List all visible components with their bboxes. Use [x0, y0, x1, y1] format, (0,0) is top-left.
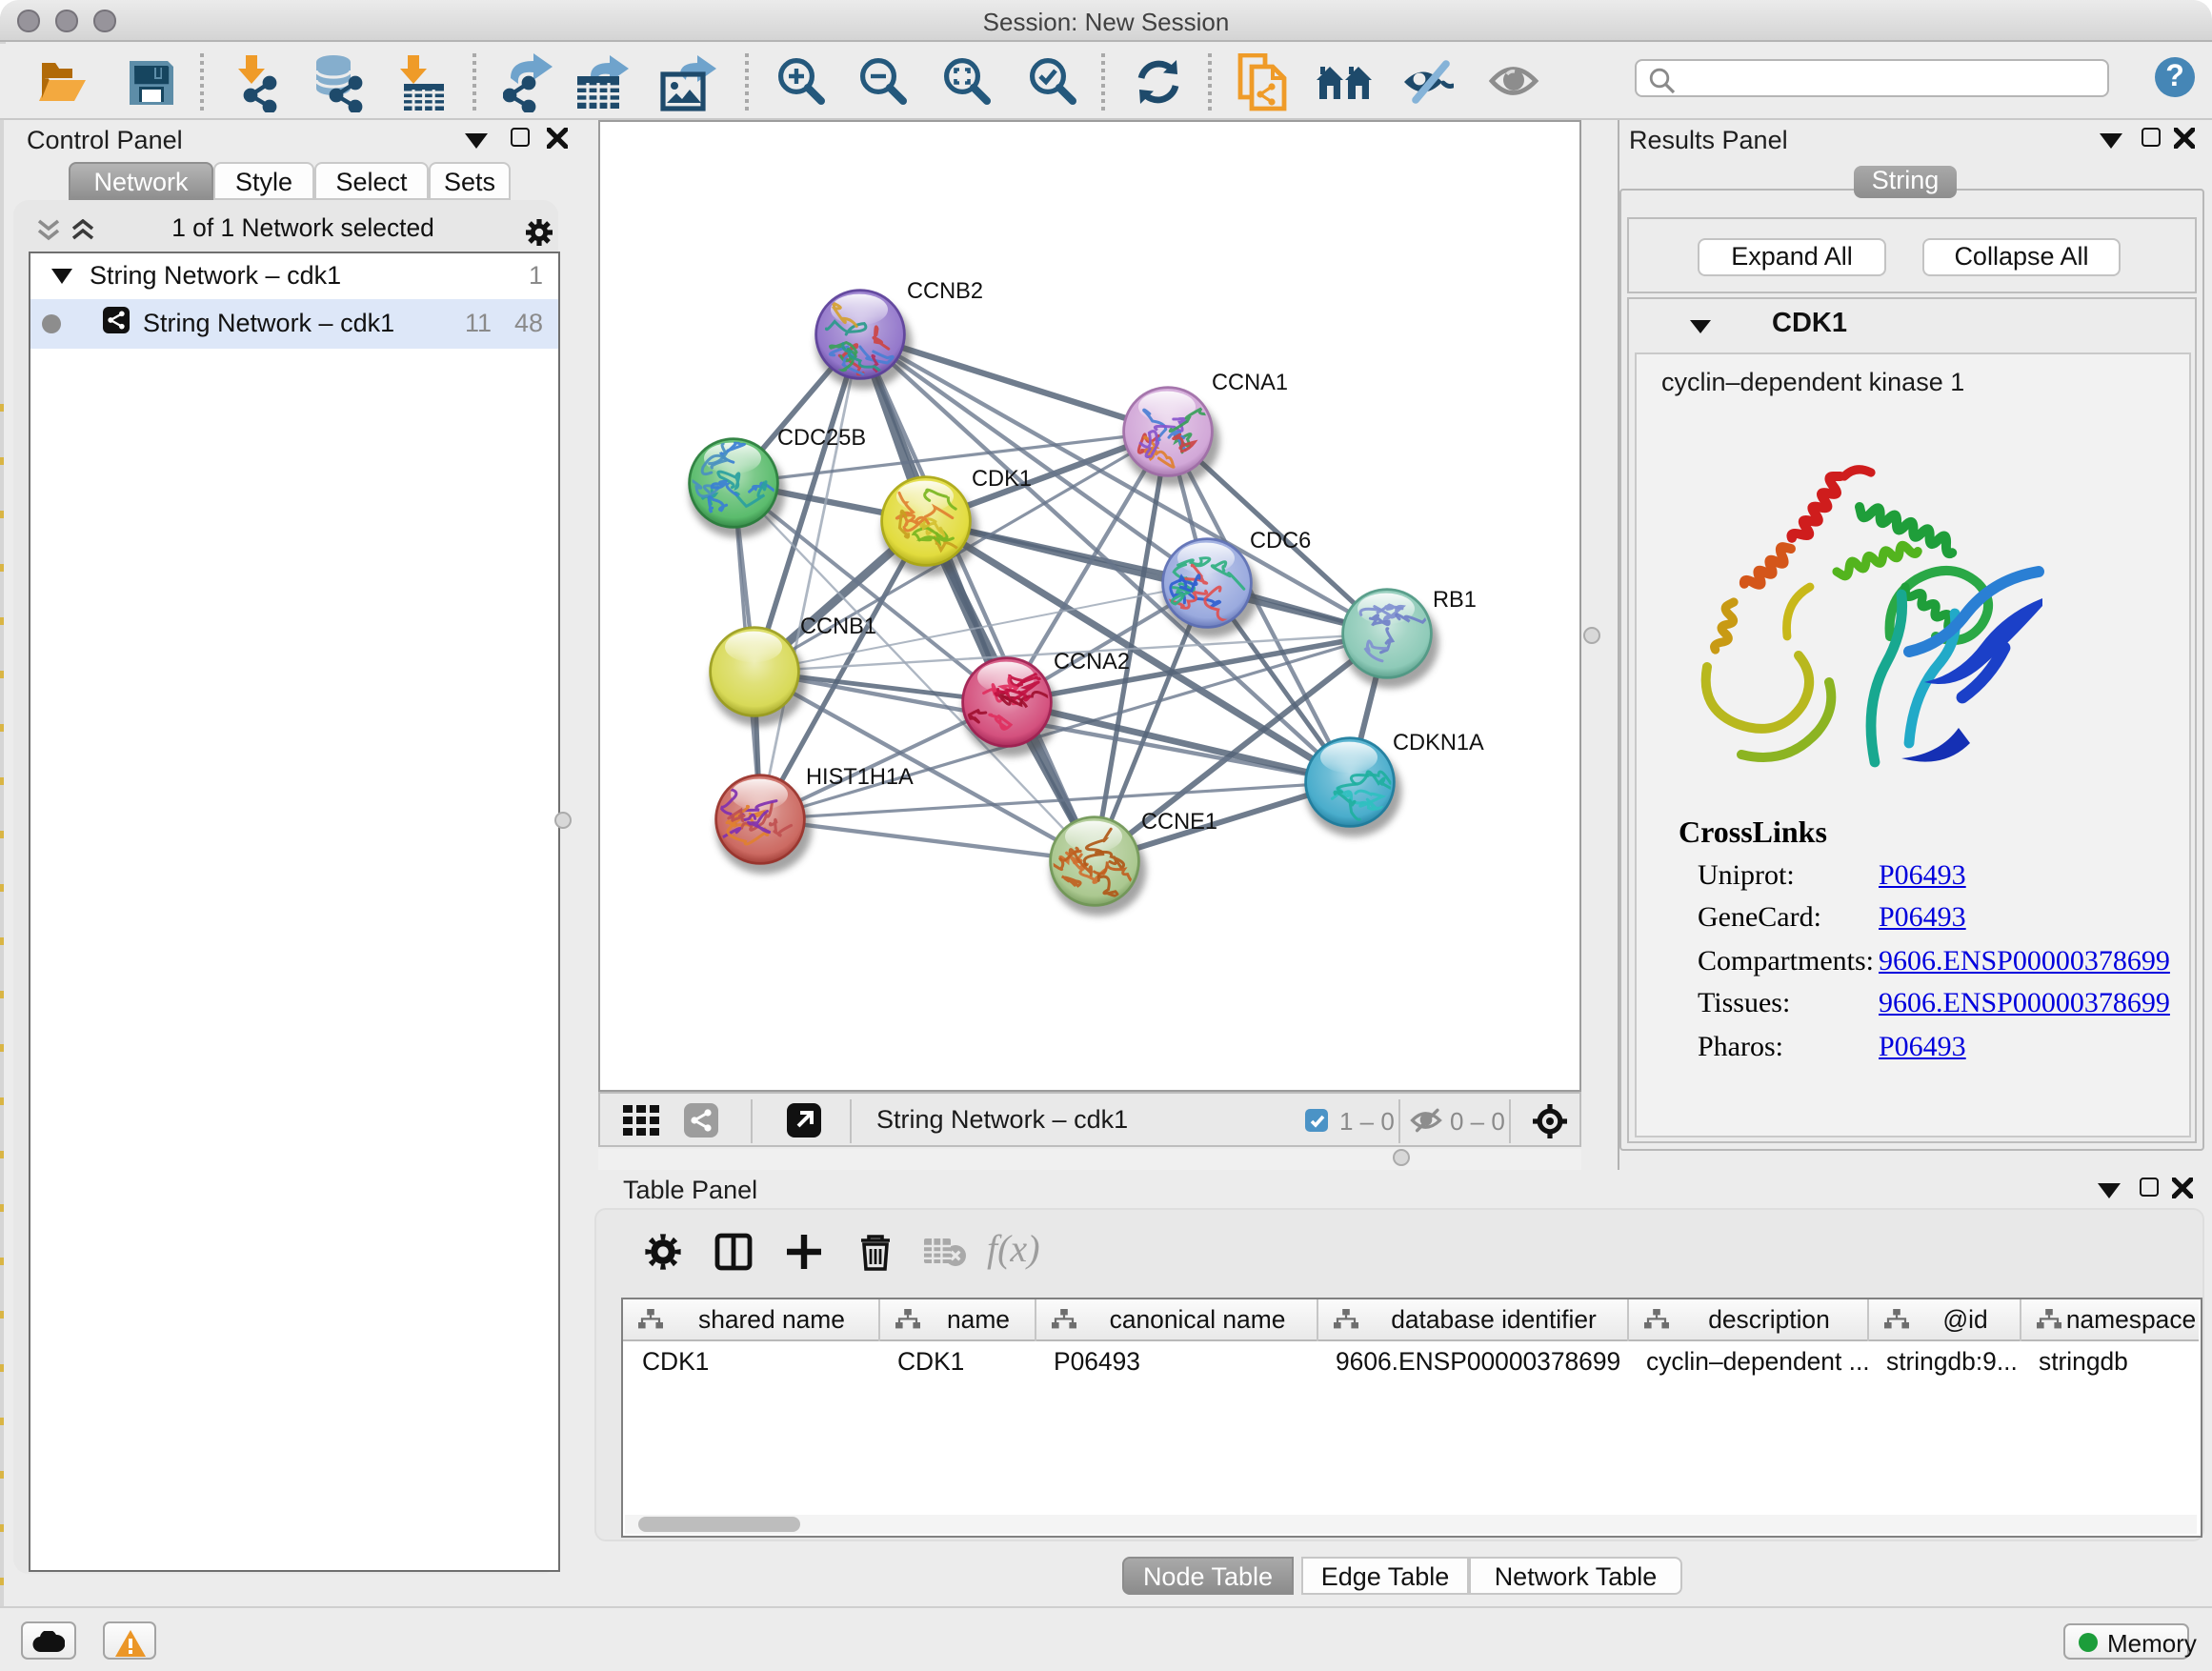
svg-text:CDC6: CDC6 — [1250, 529, 1311, 554]
svg-text:CCNB1: CCNB1 — [800, 614, 876, 639]
svg-text:CDC25B: CDC25B — [777, 426, 866, 451]
svg-text:RB1: RB1 — [1433, 588, 1477, 613]
svg-text:CCNA1: CCNA1 — [1212, 371, 1288, 395]
svg-text:CDKN1A: CDKN1A — [1393, 731, 1484, 755]
svg-text:CDK1: CDK1 — [972, 467, 1032, 492]
svg-text:CCNA2: CCNA2 — [1054, 650, 1130, 674]
svg-text:CCNE1: CCNE1 — [1141, 810, 1217, 835]
svg-text:HIST1H1A: HIST1H1A — [806, 765, 914, 790]
svg-text:CCNB2: CCNB2 — [907, 279, 983, 304]
